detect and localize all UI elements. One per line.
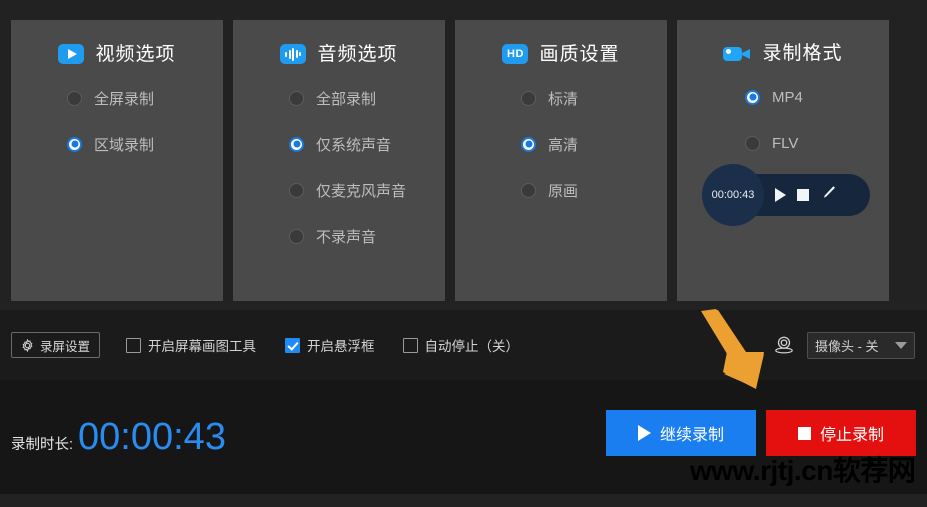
radio-indicator[interactable]	[289, 136, 304, 152]
radio-label: 全屏录制	[94, 90, 155, 108]
hd-badge-label: HD	[507, 48, 524, 60]
panel-record-format: 录制格式 MP4 FLV 00:00:43	[677, 20, 889, 301]
checkbox-floating-panel[interactable]: 开启悬浮框	[285, 335, 375, 355]
panel-header: 音频选项	[233, 44, 445, 64]
checkbox-auto-stop[interactable]: 自动停止（关）	[402, 335, 520, 355]
screen-recorder-window: 视频选项 全屏录制 区域录制 音频选项 全部录制 仅系统声音 仅麦克风声音 不录…	[0, 0, 927, 507]
radio-label: 区域录制	[94, 136, 155, 154]
options-panels: 视频选项 全屏录制 区域录制 音频选项 全部录制 仅系统声音 仅麦克风声音 不录…	[11, 20, 916, 301]
floating-recorder-widget[interactable]: 00:00:43	[702, 164, 870, 226]
stop-icon	[797, 426, 811, 440]
camcorder-badge-icon	[723, 45, 751, 63]
radio-indicator[interactable]	[521, 136, 536, 152]
radio-group-video: 全屏录制 区域录制	[11, 86, 223, 156]
floating-timer-circle: 00:00:43	[702, 164, 764, 226]
checkbox-label: 自动停止（关）	[424, 339, 520, 354]
hd-badge-icon: HD	[502, 44, 529, 64]
radio-option-original[interactable]: 原画	[521, 178, 667, 202]
footer-strip	[0, 494, 927, 507]
radio-group-audio: 全部录制 仅系统声音 仅麦克风声音 不录声音	[233, 86, 445, 248]
radio-indicator[interactable]	[745, 135, 760, 151]
radio-option-region[interactable]: 区域录制	[67, 132, 223, 156]
screen-record-settings-button[interactable]: 录屏设置	[11, 332, 101, 358]
settings-button-label: 录屏设置	[40, 339, 91, 354]
panel-header: 视频选项	[11, 44, 223, 64]
duration-label: 录制时长:	[11, 437, 74, 453]
panel-title: 音频选项	[317, 43, 398, 65]
checkbox-indicator[interactable]	[285, 337, 301, 353]
radio-indicator[interactable]	[289, 182, 304, 198]
radio-label: 仅系统声音	[316, 136, 392, 154]
checkbox-screen-draw-tool[interactable]: 开启屏幕画图工具	[126, 335, 256, 355]
radio-indicator[interactable]	[67, 90, 82, 106]
chevron-down-icon[interactable]	[895, 341, 907, 349]
radio-label: FLV	[772, 134, 799, 152]
radio-indicator[interactable]	[521, 182, 536, 198]
radio-option-system-only[interactable]: 仅系统声音	[289, 132, 445, 156]
play-icon[interactable]	[775, 188, 786, 202]
radio-option-no-audio[interactable]: 不录声音	[289, 224, 445, 248]
radio-group-format: MP4 FLV	[677, 85, 889, 155]
panel-header: HD 画质设置	[455, 44, 667, 64]
radio-option-flv[interactable]: FLV	[745, 131, 889, 155]
radio-label: 全部录制	[316, 90, 377, 108]
radio-indicator[interactable]	[67, 136, 82, 152]
radio-option-fullscreen[interactable]: 全屏录制	[67, 86, 223, 110]
action-buttons: 继续录制 停止录制	[606, 410, 916, 456]
radio-indicator[interactable]	[289, 228, 304, 244]
pencil-icon[interactable]	[820, 184, 837, 206]
checkbox-label: 开启屏幕画图工具	[148, 339, 257, 354]
stop-icon[interactable]	[797, 189, 809, 201]
camera-select-value: 摄像头 - 关	[815, 338, 879, 354]
webcam-icon[interactable]	[773, 334, 795, 356]
resume-button-label: 继续录制	[659, 427, 724, 444]
play-icon	[637, 425, 651, 441]
panel-title: 视频选项	[95, 43, 176, 65]
floating-timer-value: 00:00:43	[711, 189, 755, 201]
gear-icon	[22, 338, 33, 352]
checkbox-indicator[interactable]	[126, 337, 142, 353]
radio-label: 标清	[548, 90, 579, 108]
floating-controls	[775, 184, 837, 206]
resume-recording-button[interactable]: 继续录制	[606, 410, 756, 456]
radio-label: 仅麦克风声音	[316, 182, 407, 200]
panel-audio-options: 音频选项 全部录制 仅系统声音 仅麦克风声音 不录声音	[233, 20, 445, 301]
bottom-action-bar: 录制时长: 00:00:43 继续录制 停止录制	[0, 380, 927, 494]
options-toolbar: 录屏设置 开启屏幕画图工具 开启悬浮框 自动停止（关） 摄像头 - 关	[0, 310, 927, 380]
panel-header: 录制格式	[677, 44, 889, 63]
radio-label: 不录声音	[316, 228, 377, 246]
panel-title: 画质设置	[539, 43, 620, 65]
recording-duration: 录制时长: 00:00:43	[11, 418, 226, 456]
checkbox-label: 开启悬浮框	[307, 339, 375, 354]
radio-label: MP4	[772, 88, 803, 106]
radio-label: 高清	[548, 136, 579, 154]
radio-indicator[interactable]	[289, 90, 304, 106]
audio-wave-badge-icon	[280, 44, 307, 64]
panel-video-options: 视频选项 全屏录制 区域录制	[11, 20, 223, 301]
radio-option-mic-only[interactable]: 仅麦克风声音	[289, 178, 445, 202]
stop-button-label: 停止录制	[819, 427, 884, 444]
duration-value: 00:00:43	[78, 416, 226, 458]
panel-quality-settings: HD 画质设置 标清 高清 原画	[455, 20, 667, 301]
camera-select[interactable]: 摄像头 - 关	[807, 331, 915, 359]
radio-indicator[interactable]	[521, 90, 536, 106]
radio-indicator[interactable]	[745, 89, 760, 105]
checkbox-indicator[interactable]	[402, 337, 418, 353]
radio-option-record-all[interactable]: 全部录制	[289, 86, 445, 110]
panel-title: 录制格式	[762, 43, 843, 64]
radio-label: 原画	[548, 182, 579, 200]
radio-option-hd[interactable]: 高清	[521, 132, 667, 156]
stop-recording-button[interactable]: 停止录制	[766, 410, 916, 456]
radio-group-quality: 标清 高清 原画	[455, 86, 667, 202]
radio-option-mp4[interactable]: MP4	[745, 85, 889, 109]
radio-option-standard[interactable]: 标清	[521, 86, 667, 110]
play-badge-icon	[58, 44, 85, 64]
